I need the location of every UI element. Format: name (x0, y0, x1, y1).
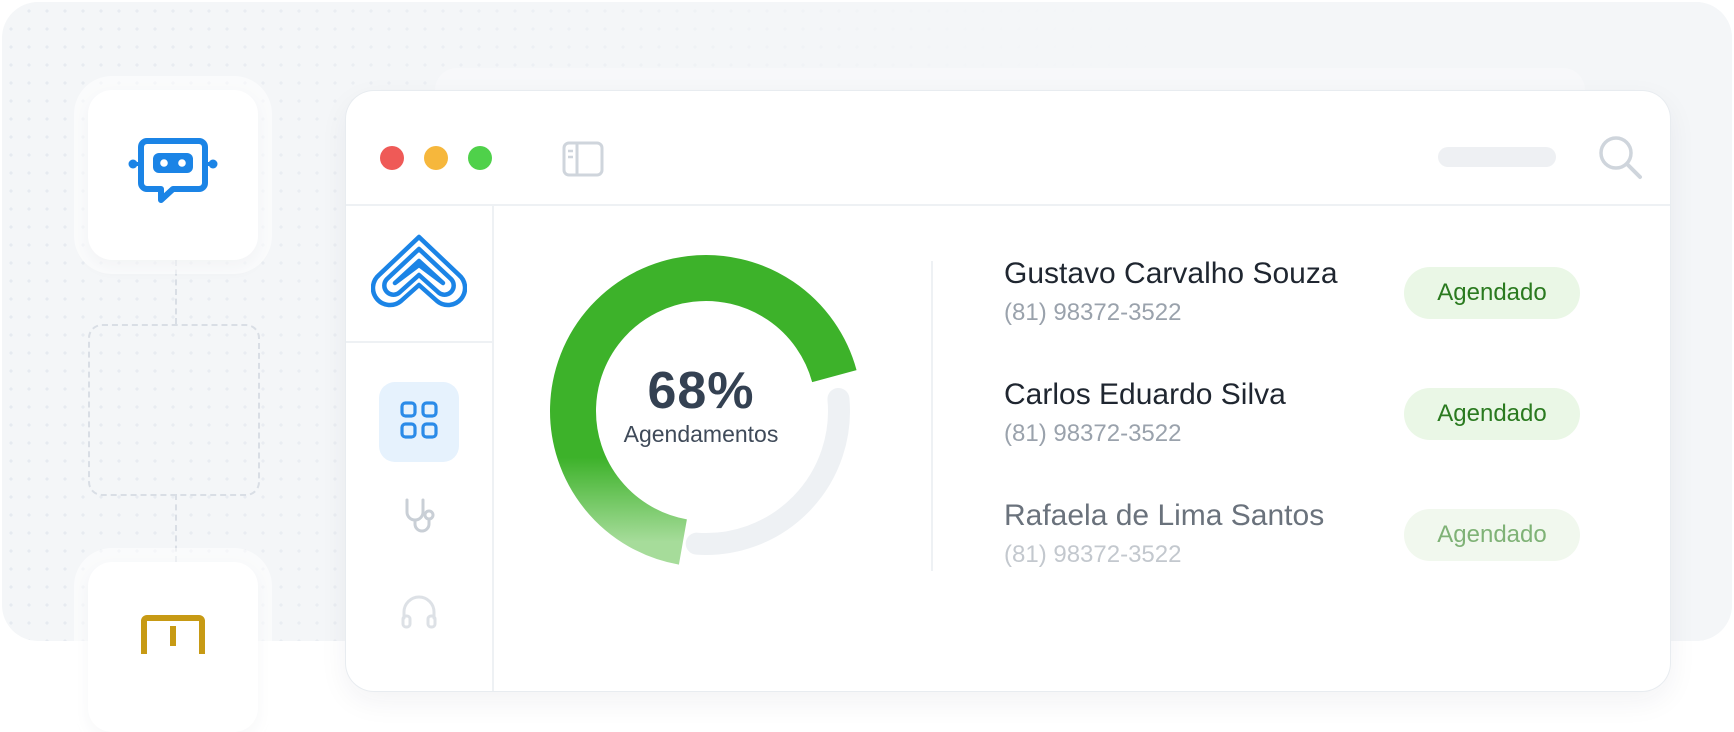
patient-row[interactable]: Carlos Eduardo Silva (81) 98372-3522 Age… (1004, 378, 1644, 458)
title-bar (346, 91, 1670, 206)
patient-phone: (81) 98372-3522 (1004, 420, 1182, 447)
title-placeholder-bar (1438, 147, 1556, 167)
stethoscope-icon (399, 496, 439, 541)
workflow-connector (175, 260, 177, 324)
workflow-node-placeholder[interactable] (88, 324, 260, 496)
status-badge[interactable]: Agendado (1404, 509, 1580, 561)
dashboard-grid-icon (399, 400, 439, 445)
workflow-node-bot[interactable] (88, 90, 258, 260)
brand-logo-icon (370, 233, 468, 314)
nav-support[interactable] (379, 574, 459, 654)
headset-icon (399, 592, 439, 637)
patient-name: Carlos Eduardo Silva (1004, 378, 1286, 411)
minimize-window-button[interactable] (424, 146, 448, 170)
close-window-button[interactable] (380, 146, 404, 170)
alert-box-icon (140, 614, 206, 661)
canvas: 68% Agendamentos Gustavo Carvalho Souza … (0, 0, 1734, 732)
patient-row[interactable]: Gustavo Carvalho Souza (81) 98372-3522 A… (1004, 257, 1644, 337)
nav-dashboard[interactable] (379, 382, 459, 462)
patient-phone: (81) 98372-3522 (1004, 299, 1182, 326)
patient-name: Rafaela de Lima Santos (1004, 499, 1325, 532)
search-icon[interactable] (1596, 133, 1644, 186)
maximize-window-button[interactable] (468, 146, 492, 170)
chat-bot-icon (125, 133, 221, 218)
donut-percentage: 68% (647, 362, 755, 420)
app-sidebar (346, 206, 494, 691)
donut-label: Agendamentos (623, 421, 779, 447)
donut-center: 68% Agendamentos (566, 363, 836, 448)
brand-logo[interactable] (346, 206, 492, 343)
status-badge[interactable]: Agendado (1404, 267, 1580, 319)
workflow-connector (175, 494, 177, 562)
patient-row[interactable]: Rafaela de Lima Santos (81) 98372-3522 A… (1004, 499, 1644, 579)
app-window: 68% Agendamentos Gustavo Carvalho Souza … (346, 91, 1670, 691)
divider (931, 261, 933, 571)
patient-phone: (81) 98372-3522 (1004, 541, 1182, 568)
status-badge[interactable]: Agendado (1404, 388, 1580, 440)
workflow-node-alert[interactable] (88, 562, 258, 732)
patient-name: Gustavo Carvalho Souza (1004, 257, 1338, 290)
nav-medical[interactable] (379, 478, 459, 558)
sidebar-toggle-icon[interactable] (562, 141, 604, 182)
